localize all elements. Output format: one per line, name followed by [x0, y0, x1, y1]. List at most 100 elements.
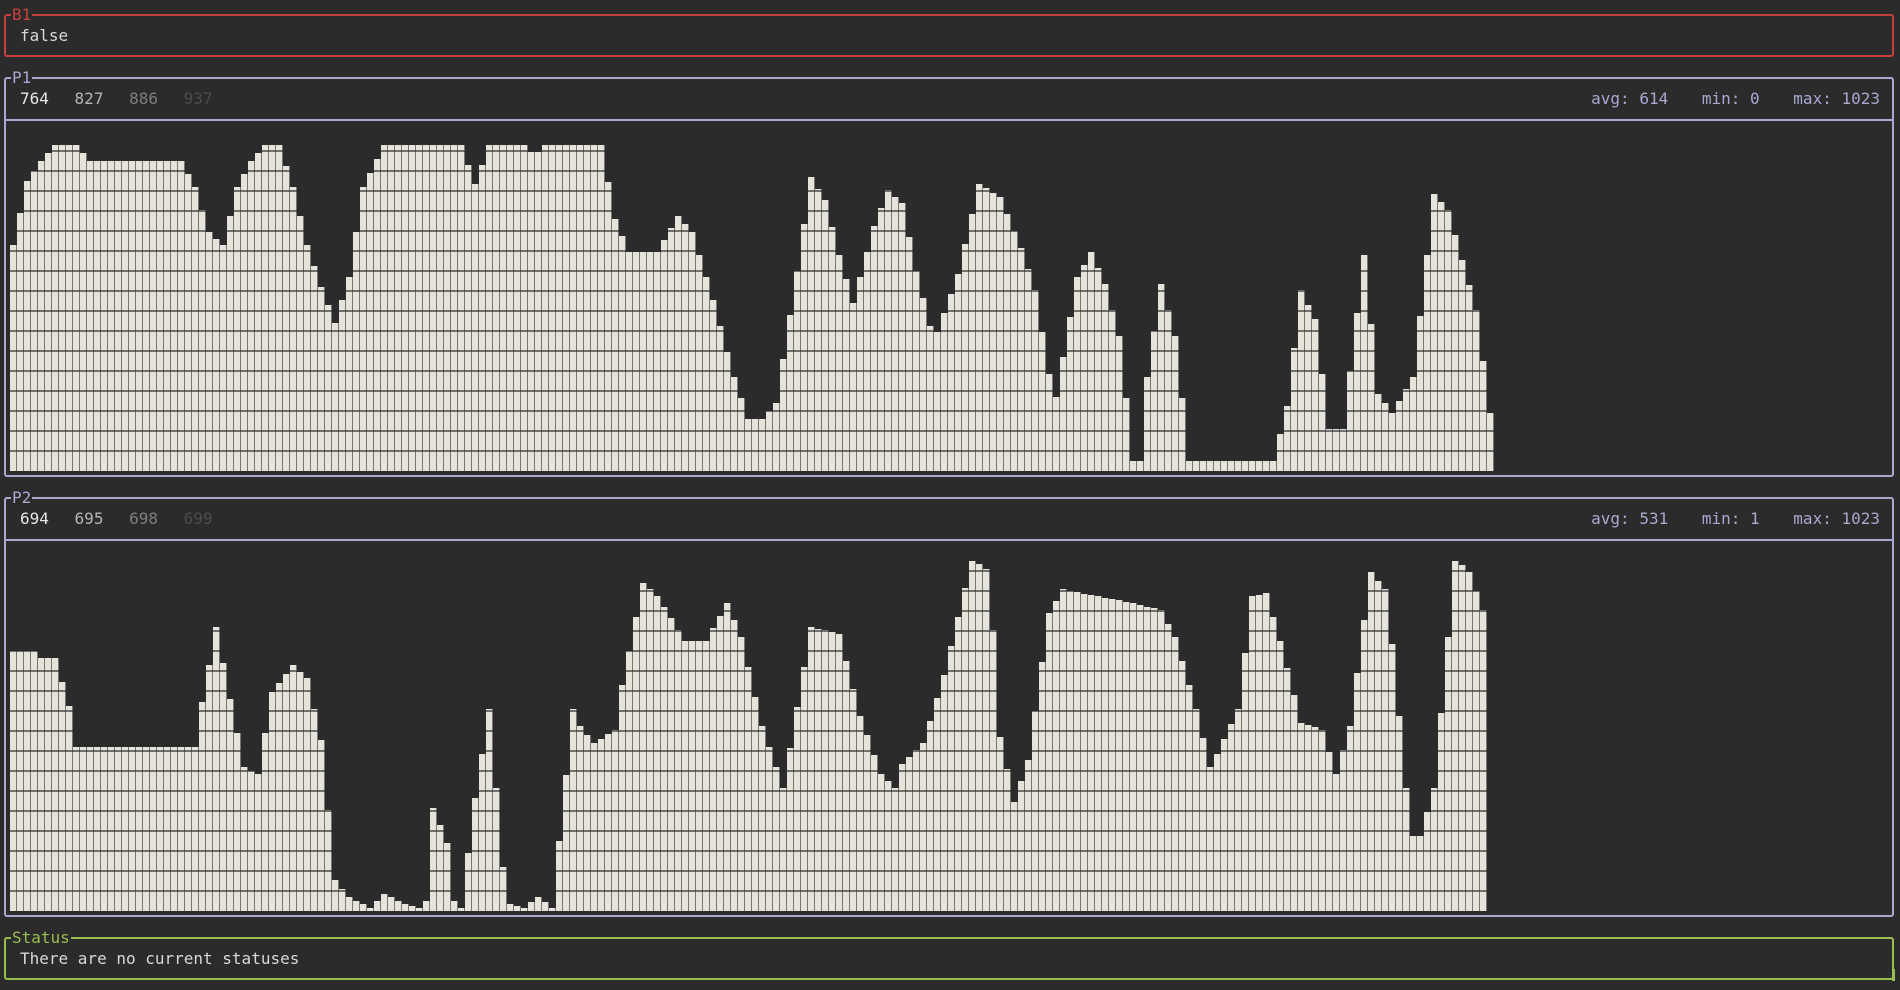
p1-bar [1123, 398, 1130, 471]
p2-bar [199, 702, 206, 911]
p2-bar [577, 726, 584, 911]
p1-bar [1312, 319, 1319, 471]
p1-bar [136, 161, 143, 471]
p1-bar [892, 197, 899, 471]
b1-panel: B1 false [4, 7, 1894, 57]
p1-bar [1081, 265, 1088, 471]
p1-bar [1179, 398, 1186, 471]
p2-recent-value: 694 [20, 509, 49, 528]
p1-bar [1018, 248, 1025, 471]
p1-bar [808, 177, 815, 471]
p1-bar [612, 219, 619, 471]
p2-bar [955, 617, 962, 911]
p2-bar [367, 908, 374, 911]
p2-bar [1207, 767, 1214, 911]
p2-bar [1410, 836, 1417, 911]
p2-avg: avg: 531 [1591, 509, 1669, 528]
p2-bar [514, 906, 521, 911]
p2-bar [1403, 788, 1410, 911]
p2-max: max: 1023 [1793, 509, 1880, 528]
p1-bar [962, 244, 969, 471]
p2-bar [52, 658, 59, 911]
p2-bar [1081, 594, 1088, 911]
p2-bar [1186, 685, 1193, 911]
p1-bar [1235, 461, 1242, 471]
p1-bar [1032, 290, 1039, 471]
p1-bar [52, 145, 59, 471]
p1-bar [1256, 461, 1263, 471]
p1-recent-values: 764 827 886 937 [20, 89, 229, 108]
p1-bar [486, 145, 493, 471]
p1-bar [1207, 461, 1214, 471]
p2-bar [906, 757, 913, 911]
p2-bar [983, 569, 990, 911]
p1-bar [31, 171, 38, 471]
p1-bar [1025, 269, 1032, 471]
p2-bar [808, 627, 815, 911]
p1-bar [1480, 361, 1487, 471]
p1-bar [199, 210, 206, 471]
p2-bar [836, 634, 843, 911]
p1-bar [668, 228, 675, 471]
p2-bar [1319, 730, 1326, 911]
resize-handle[interactable] [1886, 969, 1895, 981]
p1-bar [647, 252, 654, 471]
p1-bar [836, 255, 843, 471]
p2-bar [521, 908, 528, 911]
p1-bar [640, 252, 647, 471]
p1-bar [1214, 461, 1221, 471]
p2-bar [570, 709, 577, 911]
b1-title: B1 [11, 5, 33, 24]
p2-bar [1347, 726, 1354, 911]
p1-bar [24, 181, 31, 471]
p2-bar [304, 678, 311, 911]
p1-bar [1088, 252, 1095, 471]
p2-bar [724, 603, 731, 911]
p1-panel: P1 764 827 886 937 avg: 614 min: 0 max: … [4, 70, 1894, 477]
p2-bar [1025, 760, 1032, 911]
p1-bar [157, 161, 164, 471]
p2-bar [332, 880, 339, 911]
p2-bar [458, 908, 465, 911]
p1-bar [1053, 397, 1060, 471]
p2-bar [1361, 620, 1368, 911]
p1-bar [444, 145, 451, 471]
p2-bar [17, 651, 24, 911]
p1-bar [514, 145, 521, 471]
p1-bar [227, 216, 234, 471]
p2-bar [843, 661, 850, 911]
p2-bar [31, 651, 38, 911]
p2-bar [1480, 610, 1487, 911]
p2-bar [248, 771, 255, 911]
p2-bar [1305, 725, 1312, 911]
p1-bar [787, 315, 794, 471]
p1-bar [1326, 429, 1333, 471]
p2-bar [472, 798, 479, 911]
p2-bar [528, 902, 535, 911]
p2-bar [780, 788, 787, 911]
p1-bar [1277, 434, 1284, 471]
p2-bar [388, 897, 395, 911]
p1-recent-value: 827 [74, 89, 104, 108]
p1-bar [325, 305, 332, 471]
p1-bar [73, 145, 80, 471]
p2-bar [1151, 608, 1158, 911]
p2-bar [535, 897, 542, 911]
p1-bar [409, 145, 416, 471]
p1-bar [1102, 284, 1109, 471]
p1-chart [10, 145, 1494, 471]
p2-bar [920, 743, 927, 911]
p2-bar [1221, 739, 1228, 911]
p2-bar [542, 902, 549, 911]
p1-bar [1445, 210, 1452, 471]
p2-bar [220, 663, 227, 911]
p1-bar [122, 161, 129, 471]
p2-bar [1214, 754, 1221, 911]
p1-bar [1193, 461, 1200, 471]
p1-bar [703, 277, 710, 471]
p1-bar [367, 173, 374, 471]
p1-bar [1039, 332, 1046, 471]
p2-bar [234, 733, 241, 911]
p2-bar [1396, 716, 1403, 911]
p2-bar [801, 667, 808, 911]
